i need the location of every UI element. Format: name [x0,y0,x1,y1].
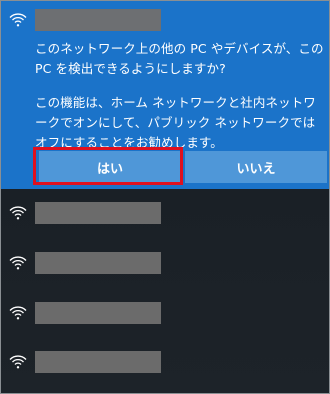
no-button[interactable]: いいえ [185,151,327,183]
network-name-redacted [35,202,161,224]
discovery-info-text: この機能は、ホーム ネットワークと社内ネットワークでオンにして、パブリック ネッ… [35,95,316,149]
network-name-redacted [35,252,161,274]
expanded-network-item: このネットワーク上の他の PC やデバイスが、この PC を検出できるようにしま… [1,1,329,189]
network-list-item[interactable] [1,239,329,287]
network-list-item[interactable] [1,189,329,237]
network-name-redacted [35,9,161,31]
wifi-icon [9,353,27,369]
wifi-icon [9,11,27,27]
discovery-question: このネットワーク上の他の PC やデバイスが、この PC を検出できるようにしま… [35,41,324,76]
network-name-redacted [35,351,161,373]
network-name-redacted [35,302,161,324]
wifi-icon [9,254,27,270]
network-flyout: このネットワーク上の他の PC やデバイスが、この PC を検出できるようにしま… [0,0,330,394]
network-list-item[interactable] [1,289,329,337]
wifi-icon [9,304,27,320]
yes-button[interactable]: はい [39,151,181,183]
network-list-item[interactable] [1,338,329,386]
wifi-icon [9,204,27,220]
